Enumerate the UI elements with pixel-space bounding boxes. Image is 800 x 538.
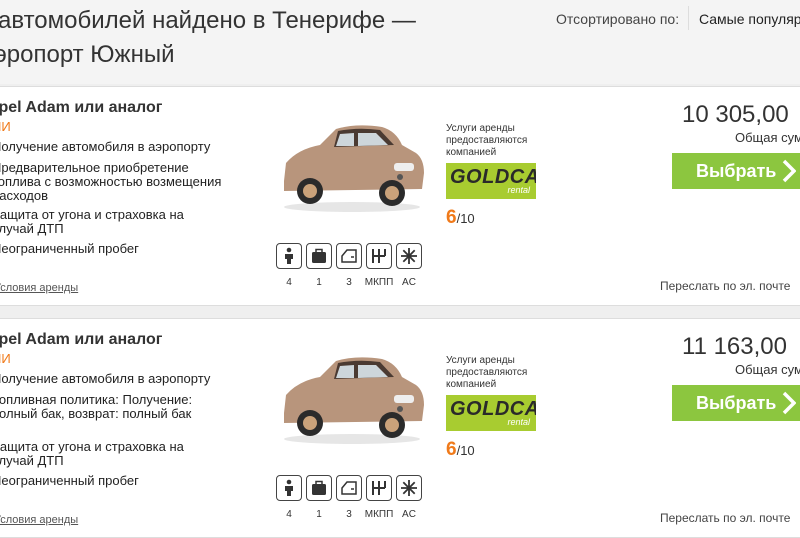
spec-value: 1 [316,509,322,520]
select-button-label: Выбрать [696,392,777,413]
feature-item: Предварительное приобретение топлива с в… [0,160,222,203]
feature-item: Защита от угона и страховка на случай ДТ… [0,207,184,236]
car-name: Opel Adam или аналог [0,331,163,348]
sort-divider [688,6,689,30]
result-card: Opel Adam или аналог ИИ Получение автомо… [0,86,800,306]
rental-terms-link[interactable]: Условия аренды [0,514,78,526]
total-label: Общая сумма [735,362,800,377]
spec-value: 1 [316,277,322,288]
feature-item: Получение автомобиля в аэропорту [0,371,211,386]
feature-item: Защита от угона и страховка на случай ДТ… [0,439,184,468]
luggage-icon [306,243,332,269]
total-label: Общая сумма [735,130,800,145]
gearbox-icon [366,243,392,269]
price: 10 305,00 [682,101,789,128]
spec-value: AC [402,277,416,288]
feature-item: Неограниченный пробег [0,473,139,488]
car-image [284,125,424,212]
feature-item: Топливная политика: Получение: полный ба… [0,392,193,421]
spec-value: 3 [346,277,352,288]
rating-score: 6 [446,207,457,228]
spec-value: МКПП [364,277,394,288]
car-class-label: ИИ [0,119,11,134]
spec-value: МКПП [364,509,394,520]
rating-max: /10 [456,443,475,458]
select-button[interactable]: Выбрать [672,153,800,189]
select-button-label: Выбрать [696,160,777,181]
door-icon [336,475,362,501]
send-email-link[interactable]: Переслать по эл. почте [660,279,790,293]
rental-terms-link[interactable]: Условия аренды [0,282,78,294]
sort-label: Отсортировано по: [556,11,680,27]
passenger-icon [276,475,302,501]
gearbox-icon [366,475,392,501]
rating-max: /10 [456,211,475,226]
select-button[interactable]: Выбрать [672,385,800,421]
results-header: 0 автомобилей найдено в Тенерифе — Аэроп… [0,0,800,84]
feature-item: Неограниченный пробег [0,241,139,256]
spec-value: 4 [286,509,292,520]
provider-logo: GOLDCAR rental [446,163,536,199]
car-name: Opel Adam или аналог [0,99,163,116]
page-title: 0 автомобилей найдено в Тенерифе — Аэроп… [0,7,416,68]
door-icon [336,243,362,269]
luggage-icon [306,475,332,501]
chevron-right-icon [782,391,796,415]
snowflake-icon [396,475,422,501]
spec-value: 4 [286,277,292,288]
snowflake-icon [396,243,422,269]
feature-item: Получение автомобиля в аэропорту [0,139,211,154]
chevron-right-icon [782,159,796,183]
provider-text: Услуги аренды предоставляются компанией [446,123,528,158]
provider-logo: GOLDCAR rental [446,395,536,431]
spec-value: 3 [346,509,352,520]
send-email-link[interactable]: Переслать по эл. почте [660,511,790,525]
passenger-icon [276,243,302,269]
rating: 6/10 [446,207,475,229]
provider-text: Услуги аренды предоставляются компанией [446,355,528,390]
car-class-label: ИИ [0,351,11,366]
spec-value: AC [402,509,416,520]
rating-score: 6 [446,439,457,460]
result-card: Opel Adam или аналог ИИ Получение автомо… [0,318,800,538]
rating: 6/10 [446,439,475,461]
car-image [284,357,424,444]
price: 11 163,00 [682,333,787,360]
provider-logo-sub: rental [507,185,530,195]
sort-select[interactable]: Самые популярные [699,11,800,27]
provider-logo-sub: rental [507,417,530,427]
